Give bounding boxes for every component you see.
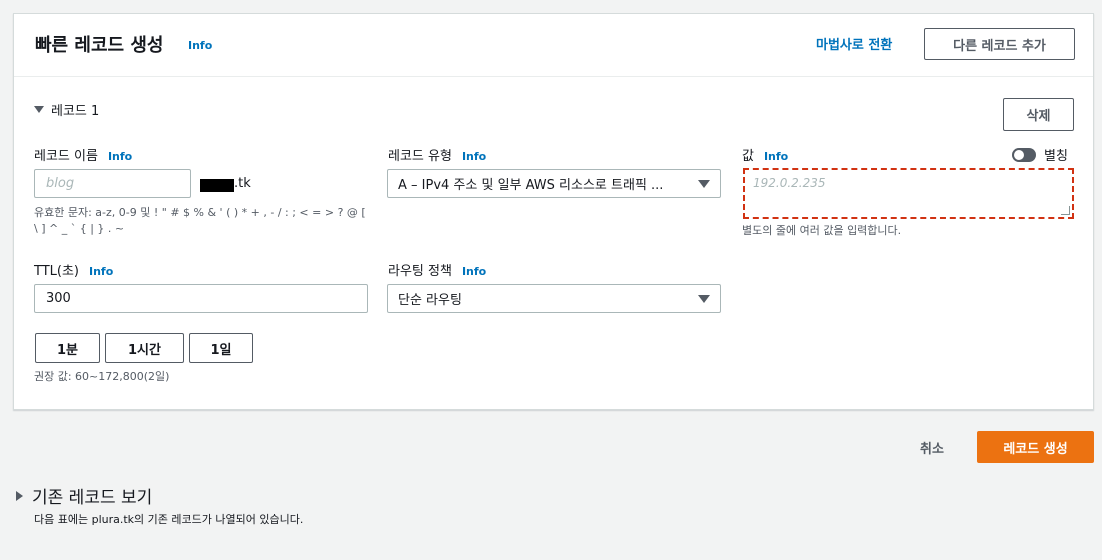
- value-placeholder: 192.0.2.235: [753, 176, 826, 190]
- routing-policy-value: 단순 라우팅: [398, 293, 462, 308]
- value-textarea[interactable]: 192.0.2.235: [743, 168, 1074, 219]
- alias-toggle[interactable]: 별칭: [1012, 145, 1068, 164]
- record-name-info-link[interactable]: Info: [108, 150, 132, 163]
- record-name-input[interactable]: blog: [34, 169, 191, 198]
- record-type-select[interactable]: A – IPv4 주소 및 일부 AWS 리소스로 트래픽 ...: [387, 169, 721, 198]
- record-type-info-link[interactable]: Info: [462, 150, 486, 163]
- value-label: 값 Info: [742, 145, 788, 164]
- value-label-text: 값: [742, 149, 754, 164]
- add-record-button[interactable]: 다른 레코드 추가: [924, 28, 1075, 60]
- routing-policy-select[interactable]: 단순 라우팅: [387, 284, 721, 313]
- record-type-value: A – IPv4 주소 및 일부 AWS 리소스로 트래픽 ...: [398, 178, 664, 193]
- ttl-1hour-button[interactable]: 1시간: [105, 333, 184, 363]
- toggle-switch-icon: [1012, 147, 1036, 162]
- record-name-helper: 유효한 문자: a-z, 0-9 및 ! " # $ % & ' ( ) * +…: [34, 206, 366, 235]
- value-helper: 별도의 줄에 여러 값을 입력합니다.: [742, 224, 902, 237]
- ttl-1min-button[interactable]: 1분: [35, 333, 100, 363]
- dropdown-caret-icon: [698, 179, 710, 188]
- ttl-label-text: TTL(초): [34, 264, 79, 279]
- resize-handle-icon[interactable]: [1061, 206, 1070, 215]
- page-title: 빠른 레코드 생성: [35, 35, 164, 56]
- existing-records-description: 다음 표에는 plura.tk의 기존 레코드가 나열되어 있습니다.: [34, 513, 304, 526]
- alias-label: 별칭: [1044, 149, 1068, 164]
- routing-policy-label: 라우팅 정책 Info: [388, 260, 486, 279]
- ttl-info-link[interactable]: Info: [89, 265, 113, 278]
- ttl-input[interactable]: 300: [34, 284, 368, 313]
- cancel-button[interactable]: 취소: [920, 438, 944, 457]
- ttl-label: TTL(초) Info: [34, 260, 113, 279]
- domain-suffix: .tk: [234, 176, 251, 191]
- ttl-1day-button[interactable]: 1일: [189, 333, 253, 363]
- ttl-value: 300: [46, 291, 71, 306]
- create-records-button[interactable]: 레코드 생성: [977, 431, 1094, 463]
- existing-records-title: 기존 레코드 보기: [32, 488, 153, 508]
- routing-policy-label-text: 라우팅 정책: [388, 264, 452, 279]
- value-info-link[interactable]: Info: [764, 150, 788, 163]
- record-name-label-text: 레코드 이름: [34, 149, 98, 164]
- delete-record-button[interactable]: 삭제: [1003, 98, 1074, 131]
- routing-policy-info-link[interactable]: Info: [462, 265, 486, 278]
- record-name-label: 레코드 이름 Info: [34, 145, 132, 164]
- caret-down-icon: [34, 106, 44, 113]
- existing-records-expander[interactable]: 기존 레코드 보기: [16, 483, 152, 508]
- record-expander[interactable]: 레코드 1: [34, 100, 99, 119]
- dropdown-caret-icon: [698, 294, 710, 303]
- redacted-domain: [200, 179, 234, 192]
- quick-create-panel: 빠른 레코드 생성 Info 마법사로 전환 다른 레코드 추가 레코드 1 삭…: [13, 13, 1094, 410]
- title-info-link[interactable]: Info: [188, 39, 212, 52]
- record-name-placeholder: blog: [46, 176, 75, 191]
- record-type-label-text: 레코드 유형: [388, 149, 452, 164]
- switch-to-wizard-link[interactable]: 마법사로 전환: [816, 34, 892, 53]
- record-type-label: 레코드 유형 Info: [388, 145, 486, 164]
- record-expander-label: 레코드 1: [51, 104, 100, 119]
- ttl-helper: 권장 값: 60~172,800(2일): [34, 370, 170, 383]
- panel-header: 빠른 레코드 생성 Info 마법사로 전환 다른 레코드 추가: [14, 14, 1093, 77]
- caret-right-icon: [16, 490, 23, 501]
